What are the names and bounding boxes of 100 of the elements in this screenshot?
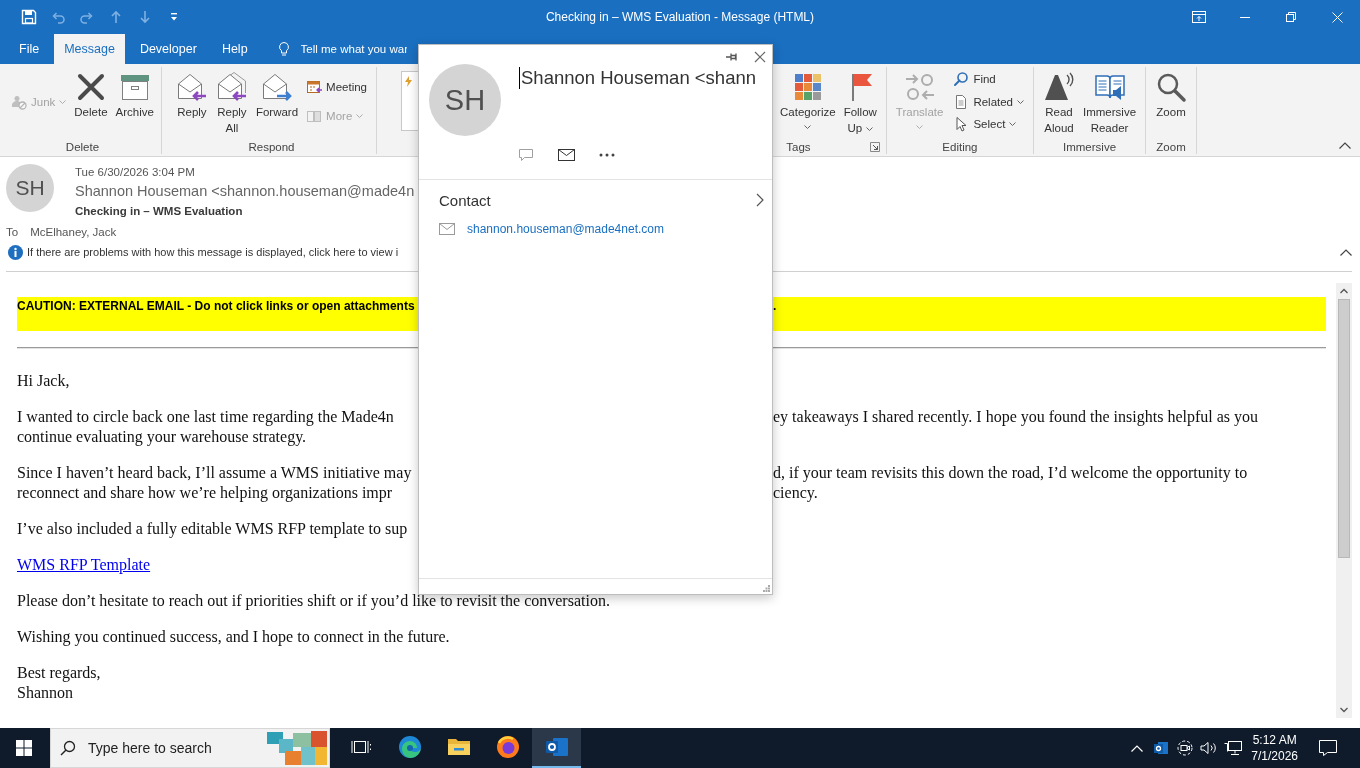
caret-down-icon [59, 99, 67, 104]
group-label: Editing [942, 140, 978, 153]
caret-down-icon [356, 114, 364, 119]
collapse-ribbon-icon[interactable] [1339, 142, 1351, 149]
email-text: reconnect and share how we’re helping organizations impr [17, 483, 393, 503]
pin-icon[interactable] [726, 51, 738, 63]
reply-button[interactable]: Reply [172, 67, 211, 120]
taskbar-button[interactable] [532, 728, 581, 768]
email-text: Please don’t hesitate to reach out if priorities shift or if you’d like to revisit the conversation. [17, 591, 610, 611]
save-icon[interactable] [21, 9, 37, 25]
clock[interactable]: 5:12 AM 7/1/2026 [1245, 732, 1304, 764]
notification-icon[interactable] [1318, 739, 1338, 757]
caret-down-icon [1009, 121, 1017, 126]
recipient-name: McElhaney, Jack [30, 225, 117, 240]
mail-icon [439, 223, 455, 235]
caret-down-icon [866, 126, 874, 131]
email-text: Wishing you continued success, and I hope to connect in the future. [17, 627, 450, 647]
search-icon [60, 740, 76, 756]
reply-all-button[interactable]: Reply All [212, 67, 251, 136]
group-label: Respond [248, 140, 295, 153]
camera-icon[interactable] [1177, 740, 1194, 756]
group-label: Zoom [1156, 140, 1186, 153]
envelopes-arrow-icon [215, 71, 248, 103]
start-icon[interactable] [16, 740, 32, 756]
ribbon-tab[interactable]: Developer [129, 34, 207, 64]
task-view-icon [350, 739, 371, 755]
ribbon-tab[interactable]: Help [211, 34, 258, 64]
email-text: d, if your team revisits this down the road, I’d welcome the opportunity to [773, 463, 1248, 483]
email-text: Hi Jack, [17, 371, 70, 391]
envelope-arrow-icon [175, 71, 208, 103]
translate-arrows-icon [903, 71, 936, 103]
email-link[interactable]: shannon.houseman@made4net.com [467, 222, 664, 236]
email-text: I’ve also included a fully editable WMS RFP template to sup [17, 519, 408, 539]
find-button[interactable]: Find [950, 69, 1027, 90]
categorize-button[interactable]: Categorize [777, 67, 839, 134]
close-icon[interactable] [754, 51, 766, 63]
contact-name: Shannon Houseman <shann [519, 67, 757, 89]
speaker-icon[interactable] [1200, 741, 1219, 755]
template-link[interactable]: WMS RFP Template [17, 555, 151, 575]
email-text: Best regards, [17, 663, 101, 683]
caret-down-icon [916, 125, 924, 129]
zoom-button[interactable]: Zoom [1152, 67, 1191, 120]
window-title: Checking in – WMS Evaluation - Message (HTML) [545, 10, 815, 24]
caret-up-icon[interactable] [1340, 248, 1352, 256]
clock-date: 7/1/2026 [1251, 748, 1298, 764]
sent-date: Tue 6/30/2026 3:04 PM [75, 165, 195, 180]
dialog-launcher-icon[interactable] [869, 141, 880, 152]
minimize-icon[interactable] [1240, 16, 1250, 18]
more-icon[interactable] [599, 153, 615, 157]
swirl-icon [397, 735, 422, 759]
caret-down-icon [804, 125, 812, 129]
archive-button[interactable]: Archive [112, 67, 157, 120]
lightning-icon [404, 76, 412, 87]
email-text: continue evaluating your warehouse strategy. [17, 427, 307, 447]
mail-icon[interactable] [558, 149, 575, 161]
meeting-button[interactable]: Meeting [303, 76, 370, 97]
calendar-icon [306, 78, 323, 95]
related-button[interactable]: Related [950, 91, 1027, 112]
info-icon [8, 244, 23, 260]
documents-icon [306, 108, 323, 125]
chat-icon[interactable] [518, 147, 534, 163]
select-button[interactable]: Select [950, 113, 1027, 134]
ribbon-tab[interactable]: Message [54, 34, 125, 64]
delete-button[interactable]: Delete [71, 67, 111, 120]
scrollbar[interactable] [1336, 283, 1352, 718]
email-text: Shannon [17, 683, 73, 703]
section-title: Contact [439, 191, 491, 209]
triangle-sound-icon [1043, 71, 1075, 103]
email-text: ciency. [773, 483, 818, 503]
puzzle-illustration [265, 729, 329, 767]
envelope-arrow-icon [261, 71, 293, 103]
ribbon-display-icon[interactable] [1192, 11, 1206, 23]
chevron-up-icon[interactable] [1131, 744, 1144, 752]
email-text: I wanted to circle back one last time regarding the Made4n [17, 407, 394, 427]
scroll-thumb[interactable] [1338, 299, 1350, 558]
ribbon-tab[interactable]: File [9, 34, 50, 64]
group-label: Immersive [1063, 140, 1117, 153]
chevron-right-icon[interactable] [756, 193, 764, 207]
folder-icon [446, 737, 471, 757]
restore-icon[interactable] [1286, 12, 1296, 22]
contact-avatar: SH [429, 64, 501, 136]
email-text: ey takeaways I shared recently. I hope you found the insights helpful as you [773, 407, 1259, 427]
to-label: To [6, 225, 19, 240]
group-label: Tags [786, 140, 811, 153]
network-icon[interactable] [1224, 740, 1243, 756]
mail-app-icon[interactable] [1153, 740, 1170, 756]
caret-down-icon [1017, 99, 1024, 104]
group-label: Delete [65, 140, 100, 153]
person-blocked-icon [11, 93, 27, 110]
globe-icon [495, 735, 520, 759]
immersive-reader-button[interactable]: Immersive Reader [1080, 67, 1140, 136]
resize-grip-icon[interactable] [763, 585, 770, 592]
sender-name: Shannon Houseman <shannon.houseman@made4n [75, 182, 415, 201]
email-text: Since I haven’t heard back, I’ll assume a WMS initiative may [17, 463, 412, 483]
forward-button[interactable]: Forward [252, 67, 302, 120]
caution-text: CAUTION: EXTERNAL EMAIL - Do not click links or open attachments [17, 299, 415, 315]
info-bar-text[interactable]: If there are problems with how this message is displayed, click here to view i [27, 246, 399, 258]
read-aloud-button[interactable]: Read Aloud [1040, 67, 1078, 136]
magnifier-icon [1155, 71, 1188, 103]
follow-up-button[interactable]: Follow Up [840, 67, 880, 136]
